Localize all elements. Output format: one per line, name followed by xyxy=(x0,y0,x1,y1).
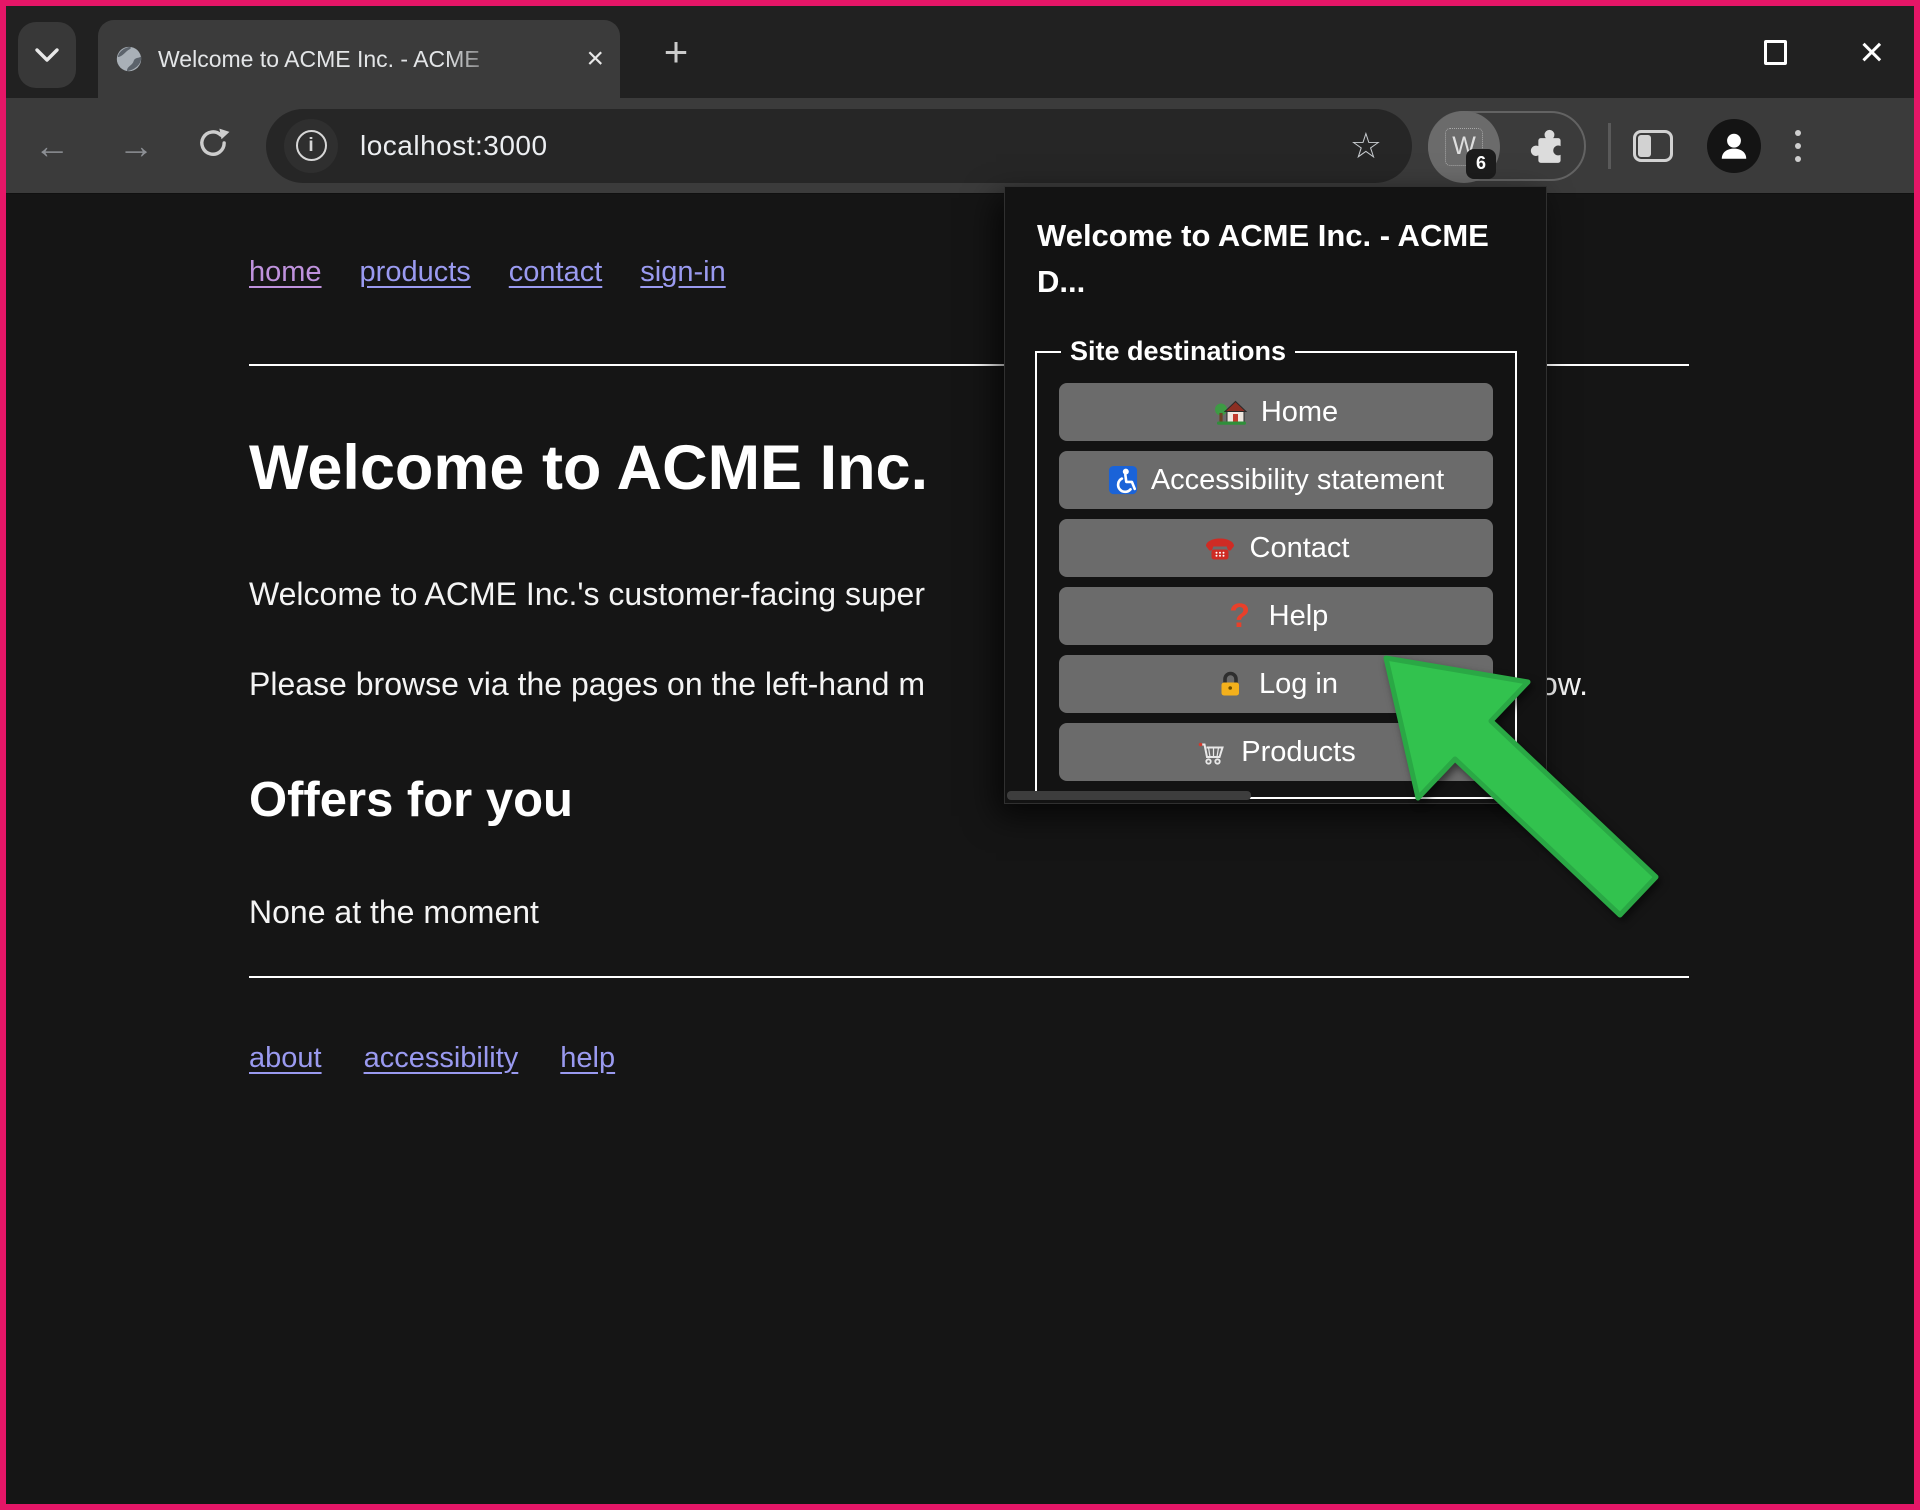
intro-paragraph: Welcome to ACME Inc.'s customer-facing s… xyxy=(249,576,925,613)
window-close-button[interactable]: × xyxy=(1859,35,1884,69)
site-destinations-fieldset: Site destinations Home xyxy=(1035,351,1517,799)
chevron-down-icon xyxy=(34,47,60,63)
extensions-puzzle-button[interactable] xyxy=(1526,127,1568,174)
page-title: Welcome to ACME Inc. xyxy=(249,432,928,504)
footer-link-accessibility[interactable]: accessibility xyxy=(364,1042,519,1075)
reload-icon xyxy=(196,126,230,160)
button-label: Accessibility statement xyxy=(1151,464,1444,497)
tab-title: Welcome to ACME Inc. - ACME xyxy=(158,46,480,72)
offers-body: None at the moment xyxy=(249,894,539,931)
site-info-button[interactable]: i xyxy=(284,119,338,173)
avatar-icon xyxy=(1717,129,1751,163)
browse-paragraph-tail: ow. xyxy=(1540,666,1588,703)
maximize-icon xyxy=(1764,40,1787,65)
button-label: Help xyxy=(1269,600,1329,633)
forward-icon[interactable]: → xyxy=(116,125,156,167)
profile-avatar[interactable] xyxy=(1707,119,1761,173)
accessibility-statement-button[interactable]: Accessibility statement xyxy=(1059,451,1493,509)
browser-window: Welcome to ACME Inc. - ACME × + × ← → i … xyxy=(0,0,1920,1510)
top-nav: home products contact sign-in xyxy=(249,256,726,289)
footer-nav: about accessibility help xyxy=(249,1042,615,1075)
reload-button[interactable] xyxy=(196,126,230,165)
maximize-button[interactable] xyxy=(1764,40,1787,65)
offers-heading: Offers for you xyxy=(249,772,573,828)
destination-buttons: Home Accessibility statement xyxy=(1059,383,1493,781)
toolbar-divider xyxy=(1608,123,1611,169)
nav-link-sign-in[interactable]: sign-in xyxy=(640,256,725,289)
question-icon: ? xyxy=(1224,597,1256,636)
cart-icon xyxy=(1196,737,1228,767)
url-text[interactable]: localhost:3000 xyxy=(360,130,548,162)
contact-button[interactable]: Contact xyxy=(1059,519,1493,577)
footer-link-about[interactable]: about xyxy=(249,1042,322,1075)
button-label: Home xyxy=(1261,396,1338,429)
globe-favicon-icon xyxy=(114,44,144,74)
tab-search-button[interactable] xyxy=(18,22,76,88)
site-destinations-legend: Site destinations xyxy=(1061,336,1295,367)
new-tab-button[interactable]: + xyxy=(648,24,704,80)
bookmark-star-icon[interactable]: ☆ xyxy=(1350,125,1382,167)
accessibility-icon xyxy=(1108,465,1138,495)
tab-close-icon[interactable]: × xyxy=(586,44,604,74)
tab-title-fade xyxy=(446,46,510,73)
help-button[interactable]: ? Help xyxy=(1059,587,1493,645)
bottom-divider xyxy=(249,976,1689,978)
log-in-button[interactable]: Log in xyxy=(1059,655,1493,713)
side-panel-icon[interactable] xyxy=(1633,130,1673,162)
extensions-area: W 6 xyxy=(1428,111,1586,181)
browser-tab[interactable]: Welcome to ACME Inc. - ACME × xyxy=(98,20,620,98)
popup-horizontal-scrollbar[interactable] xyxy=(1007,791,1251,800)
overflow-menu-icon[interactable] xyxy=(1795,130,1801,162)
back-icon[interactable]: ← xyxy=(32,125,72,167)
window-controls: × xyxy=(1692,20,1884,84)
button-label: Contact xyxy=(1250,532,1350,565)
address-bar[interactable]: i localhost:3000 ☆ xyxy=(266,109,1412,183)
page-content: home products contact sign-in Welcome to… xyxy=(6,194,1914,1504)
extension-badge: 6 xyxy=(1466,149,1496,179)
popup-title: Welcome to ACME Inc. - ACME D... xyxy=(1037,213,1531,305)
button-label: Log in xyxy=(1259,668,1338,701)
lock-icon xyxy=(1214,669,1246,699)
extension-popup: Welcome to ACME Inc. - ACME D... Site de… xyxy=(1004,186,1547,804)
nav-link-products[interactable]: products xyxy=(360,256,471,289)
browse-paragraph: Please browse via the pages on the left-… xyxy=(249,666,925,703)
info-icon: i xyxy=(296,130,327,161)
titlebar: Welcome to ACME Inc. - ACME × + × xyxy=(6,6,1914,98)
products-button[interactable]: Products xyxy=(1059,723,1493,781)
home-icon xyxy=(1214,396,1248,428)
phone-icon xyxy=(1203,532,1237,564)
footer-link-help[interactable]: help xyxy=(560,1042,615,1075)
button-label: Products xyxy=(1241,736,1355,769)
browser-toolbar: ← → i localhost:3000 ☆ W 6 xyxy=(6,98,1914,194)
home-button[interactable]: Home xyxy=(1059,383,1493,441)
nav-link-contact[interactable]: contact xyxy=(509,256,603,289)
nav-link-home[interactable]: home xyxy=(249,256,322,289)
puzzle-icon xyxy=(1526,127,1568,169)
